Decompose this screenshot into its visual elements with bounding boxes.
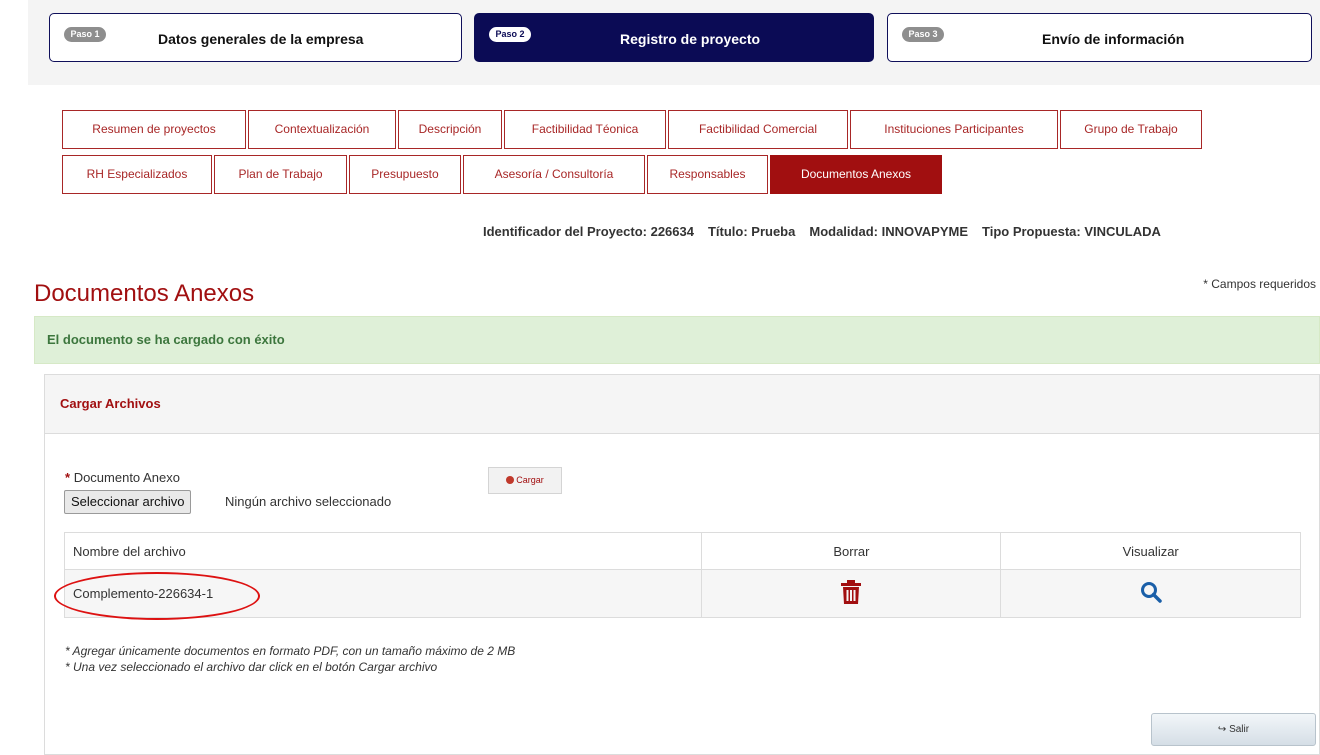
plus-circle-icon	[506, 476, 515, 484]
step-1[interactable]: Paso 1 Datos generales de la empresa	[49, 13, 462, 62]
tab-rh-especializados[interactable]: RH Especializados	[62, 155, 212, 194]
exit-icon: ↪	[1217, 724, 1227, 735]
step-1-badge: Paso 1	[64, 27, 106, 42]
files-table: Nombre del archivo Borrar Visualizar Com…	[63, 532, 1301, 618]
tab-asesoria-consultoria[interactable]: Asesoría / Consultoría	[463, 155, 645, 194]
file-name-cell: Complemento-226634-1	[63, 569, 703, 618]
tab-resumen-proyectos[interactable]: Resumen de proyectos	[62, 110, 246, 149]
document-field-label: * Documento Anexo	[65, 470, 180, 485]
select-file-button[interactable]: Seleccionar archivo	[64, 490, 192, 514]
trash-icon[interactable]	[840, 579, 862, 608]
search-icon[interactable]	[1140, 581, 1162, 606]
step-3-badge: Paso 3	[902, 27, 944, 42]
exit-label: Salir	[1229, 724, 1250, 735]
upload-button[interactable]: Cargar	[488, 467, 562, 494]
upload-notes: * Agregar únicamente documentos en forma…	[65, 643, 515, 675]
upload-label: Cargar	[516, 475, 544, 485]
project-info: Identificador del Proyecto: 226634 Título…	[483, 224, 1175, 239]
tab-plan-trabajo[interactable]: Plan de Trabajo	[214, 155, 347, 194]
table-row: Complemento-226634-1	[63, 569, 1301, 618]
project-mode: Modalidad: INNOVAPYME	[809, 224, 969, 239]
project-id: Identificador del Proyecto: 226634	[483, 224, 694, 239]
tab-documentos-anexos[interactable]: Documentos Anexos	[770, 155, 942, 194]
tab-instituciones-participantes[interactable]: Instituciones Participantes	[850, 110, 1058, 149]
step-3[interactable]: Paso 3 Envío de información	[887, 13, 1312, 62]
project-title: Título: Prueba	[707, 224, 796, 239]
step-2-badge: Paso 2	[489, 27, 531, 42]
tab-factibilidad-comercial[interactable]: Factibilidad Comercial	[668, 110, 848, 149]
tab-factibilidad-tecnica[interactable]: Factibilidad Téonica	[504, 110, 666, 149]
step-1-label: Datos generales de la empresa	[158, 31, 364, 47]
tab-responsables[interactable]: Responsables	[647, 155, 768, 194]
step-3-label: Envío de información	[1042, 31, 1185, 47]
panel-title: Cargar Archivos	[45, 375, 1319, 434]
tab-descripcion[interactable]: Descripción	[398, 110, 502, 149]
header-file-name: Nombre del archivo	[63, 532, 703, 570]
tab-grupo-trabajo[interactable]: Grupo de Trabajo	[1060, 110, 1202, 149]
page-title: Documentos Anexos	[34, 280, 255, 307]
view-cell	[1000, 569, 1301, 618]
note-upload-instruction: * Una vez seleccionado el archivo dar cl…	[65, 660, 438, 674]
step-2[interactable]: Paso 2 Registro de proyecto	[474, 13, 874, 62]
page-margin	[0, 0, 28, 755]
header-view: Visualizar	[1000, 532, 1301, 570]
header-delete: Borrar	[701, 532, 1002, 570]
tab-contextualizacion[interactable]: Contextualización	[248, 110, 396, 149]
required-mark: *	[65, 470, 71, 485]
file-status: Ningún archivo seleccionado	[225, 494, 392, 509]
exit-button[interactable]: ↪ Salir	[1151, 713, 1316, 746]
required-fields-note: * Campos requeridos	[1203, 277, 1316, 291]
success-alert: El documento se ha cargado con éxito	[34, 316, 1320, 364]
tab-presupuesto[interactable]: Presupuesto	[349, 155, 461, 194]
note-pdf-format: * Agregar únicamente documentos en forma…	[65, 644, 516, 658]
document-label-text: Documento Anexo	[73, 470, 180, 485]
table-header-row: Nombre del archivo Borrar Visualizar	[63, 532, 1301, 570]
project-type: Tipo Propuesta: VINCULADA	[982, 224, 1161, 239]
delete-cell	[701, 569, 1002, 618]
step-2-label: Registro de proyecto	[620, 31, 761, 47]
